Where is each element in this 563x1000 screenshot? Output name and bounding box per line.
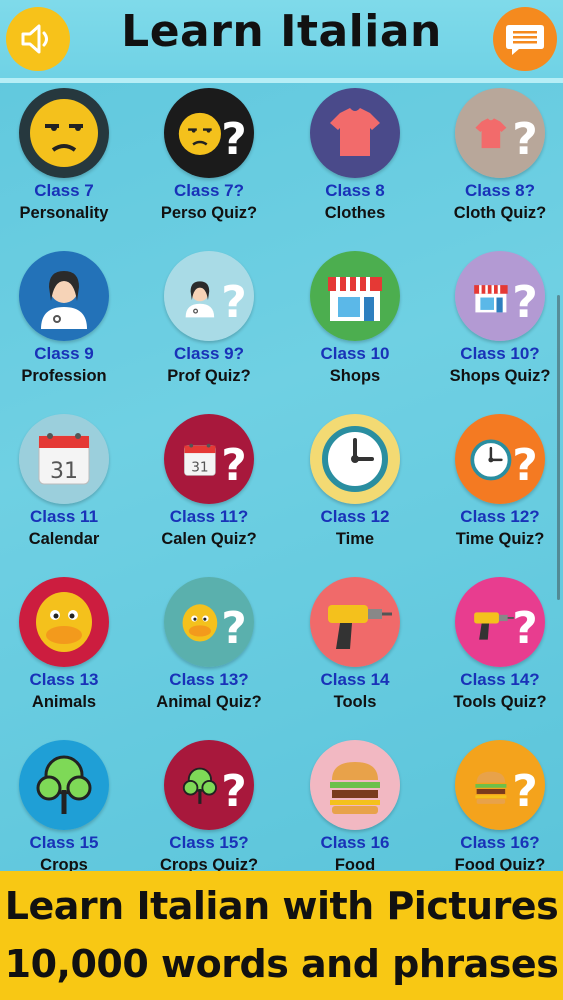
class-number-label: Class 8? xyxy=(465,181,535,200)
class-topic-label: Tools Quiz? xyxy=(453,693,547,711)
duck-icon[interactable] xyxy=(19,577,109,667)
svg-text:?: ? xyxy=(221,603,247,654)
duck-quiz-icon[interactable]: ? xyxy=(164,577,254,667)
class-tile[interactable]: ? Class 10? Shops Quiz? xyxy=(430,251,563,388)
class-number-label: Class 16? xyxy=(460,833,540,852)
svg-text:31: 31 xyxy=(50,459,78,484)
class-number-label: Class 9? xyxy=(174,344,244,363)
class-number-label: Class 11? xyxy=(169,507,249,526)
scrollbar[interactable] xyxy=(557,295,560,600)
doctor-quiz-icon[interactable]: ? xyxy=(164,251,254,341)
class-tile[interactable]: ? Class 14? Tools Quiz? xyxy=(430,577,563,714)
calendar-icon[interactable]: 31 xyxy=(19,414,109,504)
class-number-label: Class 10 xyxy=(320,344,390,363)
class-tile[interactable]: ? Class 7? Perso Quiz? xyxy=(139,88,279,225)
shop-quiz-icon[interactable]: ? xyxy=(455,251,545,341)
class-tile[interactable]: ? Class 12? Time Quiz? xyxy=(430,414,563,551)
class-topic-label: Shops Quiz? xyxy=(449,367,551,385)
annoyed-face-quiz-icon[interactable]: ? xyxy=(164,88,254,178)
class-topic-label: Profession xyxy=(21,367,107,385)
class-tile[interactable]: ? Class 8? Cloth Quiz? xyxy=(430,88,563,225)
class-topic-label: Personality xyxy=(19,204,109,222)
class-number-label: Class 10? xyxy=(460,344,540,363)
class-tile[interactable]: ? Class 9? Prof Quiz? xyxy=(139,251,279,388)
class-number-label: Class 13 xyxy=(29,670,99,689)
clock-icon[interactable] xyxy=(310,414,400,504)
page-title: Learn Italian xyxy=(121,6,442,57)
class-number-label: Class 9 xyxy=(34,344,94,363)
class-tile[interactable]: Class 14 Tools xyxy=(285,577,425,714)
svg-text:?: ? xyxy=(512,114,538,165)
annoyed-face-icon[interactable] xyxy=(19,88,109,178)
doctor-icon[interactable] xyxy=(19,251,109,341)
class-topic-label: Calendar xyxy=(28,530,100,548)
tree-quiz-icon[interactable]: ? xyxy=(164,740,254,830)
header-divider xyxy=(0,78,563,83)
class-tile[interactable]: Class 10 Shops xyxy=(285,251,425,388)
class-topic-label: Clothes xyxy=(324,204,386,222)
clock-quiz-icon[interactable]: ? xyxy=(455,414,545,504)
svg-text:?: ? xyxy=(512,440,538,491)
svg-text:?: ? xyxy=(221,277,247,328)
svg-text:?: ? xyxy=(221,114,247,165)
class-topic-label: Cloth Quiz? xyxy=(453,204,547,222)
calendar-quiz-icon[interactable]: 31? xyxy=(164,414,254,504)
class-tile[interactable]: Class 12 Time xyxy=(285,414,425,551)
class-tile[interactable]: 31 Class 11 Calendar xyxy=(0,414,134,551)
class-tile[interactable]: Class 13 Animals xyxy=(0,577,134,714)
class-topic-label: Shops xyxy=(329,367,381,385)
svg-text:?: ? xyxy=(512,277,538,328)
drill-icon[interactable] xyxy=(310,577,400,667)
class-topic-label: Time Quiz? xyxy=(455,530,545,548)
class-number-label: Class 11 xyxy=(29,507,99,526)
class-topic-label: Animal Quiz? xyxy=(156,693,262,711)
promo-banner: Learn Italian with Pictures 10,000 words… xyxy=(0,871,563,1000)
class-number-label: Class 15? xyxy=(169,833,249,852)
banner-line-1: Learn Italian with Pictures xyxy=(4,884,559,928)
class-number-label: Class 14 xyxy=(320,670,390,689)
class-tile[interactable]: Class 7 Personality xyxy=(0,88,134,225)
svg-text:?: ? xyxy=(512,766,538,817)
class-number-label: Class 12? xyxy=(460,507,540,526)
svg-text:?: ? xyxy=(221,440,247,491)
class-topic-label: Animals xyxy=(31,693,97,711)
chat-button[interactable] xyxy=(493,7,557,71)
tree-icon[interactable] xyxy=(19,740,109,830)
class-tile[interactable]: Class 8 Clothes xyxy=(285,88,425,225)
svg-text:?: ? xyxy=(221,766,247,817)
class-topic-label: Perso Quiz? xyxy=(160,204,258,222)
class-topic-label: Prof Quiz? xyxy=(167,367,251,385)
class-number-label: Class 12 xyxy=(320,507,390,526)
svg-text:?: ? xyxy=(512,603,538,654)
class-number-label: Class 7 xyxy=(34,181,94,200)
drill-quiz-icon[interactable]: ? xyxy=(455,577,545,667)
banner-line-2: 10,000 words and phrases xyxy=(4,942,559,986)
class-number-label: Class 7? xyxy=(174,181,244,200)
class-tile[interactable]: ? Class 16? Food Quiz? xyxy=(430,740,563,877)
class-tile[interactable]: Class 16 Food xyxy=(285,740,425,877)
burger-quiz-icon[interactable]: ? xyxy=(455,740,545,830)
class-tile[interactable]: ? Class 15? Crops Quiz? xyxy=(139,740,279,877)
class-number-label: Class 8 xyxy=(325,181,385,200)
svg-text:31: 31 xyxy=(191,460,208,476)
chat-bubble-icon xyxy=(506,25,544,55)
tshirt-icon[interactable] xyxy=(310,88,400,178)
class-number-label: Class 16 xyxy=(320,833,390,852)
class-topic-label: Calen Quiz? xyxy=(161,530,257,548)
class-topic-label: Tools xyxy=(333,693,377,711)
class-tile[interactable]: 31? Class 11? Calen Quiz? xyxy=(139,414,279,551)
class-number-label: Class 14? xyxy=(460,670,540,689)
class-topic-label: Time xyxy=(335,530,375,548)
burger-icon[interactable] xyxy=(310,740,400,830)
shop-icon[interactable] xyxy=(310,251,400,341)
class-tile[interactable]: Class 9 Profession xyxy=(0,251,134,388)
class-number-label: Class 15 xyxy=(29,833,99,852)
class-number-label: Class 13? xyxy=(169,670,249,689)
class-tile[interactable]: Class 15 Crops xyxy=(0,740,134,877)
tshirt-quiz-icon[interactable]: ? xyxy=(455,88,545,178)
class-tile[interactable]: ? Class 13? Animal Quiz? xyxy=(139,577,279,714)
